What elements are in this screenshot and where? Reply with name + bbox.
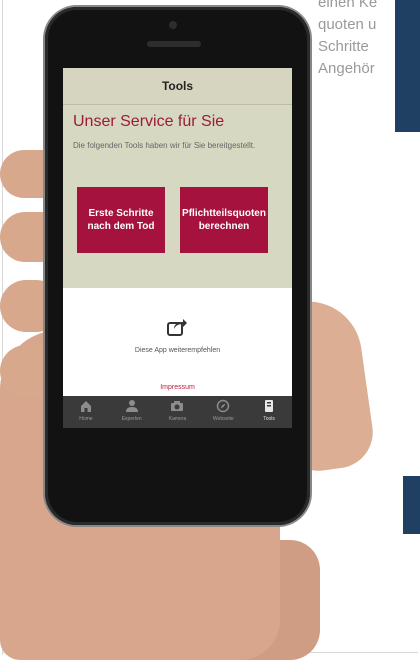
- page-side-line: einen Ke: [318, 0, 378, 11]
- page-title: Tools: [161, 79, 194, 93]
- tab-kamera[interactable]: Kamera: [155, 396, 201, 428]
- share-icon[interactable]: [166, 317, 188, 337]
- impressum-link[interactable]: Impressum: [63, 384, 292, 391]
- service-subtitle: Die folgenden Tools haben wir für Sie be…: [73, 141, 256, 150]
- share-section: Diese App weiterempfehlen: [63, 288, 292, 398]
- phone-camera: [169, 21, 177, 29]
- tab-home[interactable]: Home: [63, 396, 109, 428]
- tab-label: Kamera: [168, 416, 187, 422]
- page-side-line: Schritte: [318, 38, 369, 55]
- tab-label: Experten: [121, 416, 142, 422]
- person-icon: [125, 400, 138, 412]
- tab-bar: Home Experten Kamera Webseite Tools: [63, 396, 292, 428]
- first-steps-button[interactable]: Erste Schritte nach dem Tod: [77, 187, 165, 253]
- tab-label: Tools: [263, 416, 275, 422]
- tab-tools[interactable]: Tools: [246, 396, 292, 428]
- page-side-text: einen Ke quoten u Schritte Angehör: [318, 0, 420, 80]
- page-side-line: Angehör: [318, 60, 375, 77]
- share-label[interactable]: Diese App weiterempfehlen: [63, 347, 292, 354]
- service-section: Unser Service für Sie Die folgenden Tool…: [63, 105, 292, 288]
- tools-icon: [265, 400, 274, 412]
- tab-label: Home: [79, 416, 93, 422]
- phone-speaker: [147, 41, 201, 47]
- app-header: Tools: [63, 68, 292, 105]
- first-steps-button-label: Erste Schritte nach dem Tod: [87, 208, 155, 232]
- home-icon: [80, 401, 91, 412]
- camera-icon: [171, 401, 184, 411]
- calculate-quota-button-label: Pflichtteilsquoten berechnen: [182, 208, 266, 232]
- phone-screen: Tools Unser Service für Sie Die folgende…: [63, 68, 292, 456]
- calculate-quota-button[interactable]: Pflichtteilsquoten berechnen: [180, 187, 268, 253]
- page-side-line: quoten u: [318, 16, 377, 33]
- tab-label: Webseite: [212, 416, 234, 422]
- service-heading: Unser Service für Sie: [73, 113, 225, 130]
- tab-webseite[interactable]: Webseite: [200, 396, 246, 428]
- page-blue-mark: [403, 476, 420, 534]
- screen-bezel-bottom: [63, 428, 292, 456]
- compass-icon: [217, 399, 230, 413]
- tab-experten[interactable]: Experten: [109, 396, 155, 428]
